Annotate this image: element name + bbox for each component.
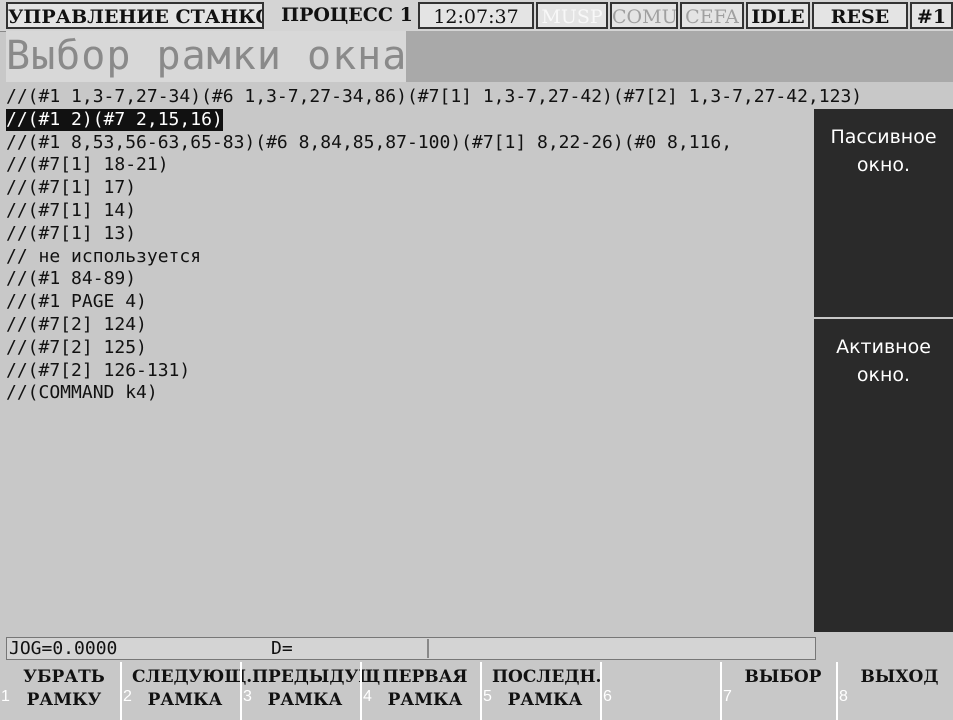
d-readout: D= xyxy=(271,638,293,659)
active-window-panel[interactable]: Активное окно. xyxy=(814,319,953,632)
softkey-7[interactable]: 7 ВЫБОР xyxy=(720,662,836,720)
softkey-label: ПОСЛЕДН. РАМКА xyxy=(492,667,602,710)
softkey-3[interactable]: 3 ПРЕДЫДУЩ РАМКА xyxy=(240,662,381,720)
musp-indicator: MUSP xyxy=(536,2,608,29)
softkey-number: 2 xyxy=(123,688,132,705)
rese-indicator: RESE xyxy=(812,2,908,29)
app-title: УПРАВЛЕНИЕ СТАНКОМ xyxy=(6,2,264,29)
passive-window-panel[interactable]: Пассивное окно. xyxy=(814,109,953,317)
frame-list-item[interactable]: //(#7[2] 126-131) xyxy=(6,360,190,382)
cefa-indicator: CEFA xyxy=(680,2,744,29)
frame-list-item[interactable]: //(#1 8,53,56-63,65-83)(#6 8,84,85,87-10… xyxy=(6,132,732,154)
title-gray-strip xyxy=(406,31,953,82)
frame-list-item[interactable]: //(#1 84-89) xyxy=(6,268,136,290)
softkey-label: СЛЕДУЮЩ. РАМКА xyxy=(132,667,253,710)
frame-list-item[interactable]: //(#7[1] 13) xyxy=(6,223,136,245)
softkey-label: ПЕРВАЯ РАМКА xyxy=(382,667,468,710)
frame-list-item[interactable]: //(#1 PAGE 4) xyxy=(6,291,147,313)
frame-list-item[interactable]: //(COMMAND k4) xyxy=(6,382,158,404)
frame-list-item[interactable]: //(#7[1] 17) xyxy=(6,177,136,199)
passive-window-label: Пассивное окно. xyxy=(830,126,937,176)
frame-list-item[interactable]: //(#7[1] 14) xyxy=(6,200,136,222)
softkey-bar: 1 УБРАТЬ РАМКУ 2 СЛЕДУЮЩ. РАМКА 3 ПРЕДЫДУЩ РА… xyxy=(0,662,953,720)
frame-list-item[interactable]: //(#1 2)(#7 2,15,16) xyxy=(6,108,223,131)
softkey-number: 1 xyxy=(1,688,10,705)
active-window-label: Активное окно. xyxy=(836,336,931,386)
comu-indicator: COMU xyxy=(610,2,678,29)
frame-list: //(#1 1,3-7,27-34)(#6 1,3-7,27-34,86)(#7… xyxy=(0,82,953,634)
process-label: ПРОЦЕСС 1 xyxy=(281,4,413,26)
softkey-number: 6 xyxy=(603,688,612,705)
frame-list-item[interactable]: // не используется xyxy=(6,246,201,268)
softkey-number: 3 xyxy=(243,688,252,705)
idle-indicator: IDLE xyxy=(746,2,810,29)
frame-list-item[interactable]: //(#7[2] 124) xyxy=(6,314,147,336)
softkey-number: 4 xyxy=(363,688,372,705)
frame-list-item[interactable]: //(#7[2] 125) xyxy=(6,337,147,359)
frame-list-item[interactable]: //(#7[1] 18-21) xyxy=(6,154,169,176)
softkey-number: 8 xyxy=(839,688,848,705)
status-line: JOG=0.0000 D= xyxy=(6,637,816,660)
clock: 12:07:37 xyxy=(418,2,534,29)
softkey-4[interactable]: 4 ПЕРВАЯ РАМКА xyxy=(360,662,480,720)
softkey-5[interactable]: 5 ПОСЛЕДН. РАМКА xyxy=(480,662,602,720)
softkey-number: 5 xyxy=(483,688,492,705)
softkey-6[interactable]: 6 xyxy=(600,662,720,720)
page-title: Выбор рамки окна. xyxy=(6,33,433,79)
softkey-8[interactable]: 8 ВЫХОД xyxy=(836,662,953,720)
frame-list-item[interactable]: //(#1 1,3-7,27-34)(#6 1,3-7,27-34,86)(#7… xyxy=(6,86,862,108)
softkey-label: УБРАТЬ РАМКУ xyxy=(23,667,105,710)
top-status-bar: УПРАВЛЕНИЕ СТАНКОМ ПРОЦЕСС 1 12:07:37 MU… xyxy=(0,0,953,32)
softkey-label: ПРЕДЫДУЩ РАМКА xyxy=(252,667,381,710)
softkey-2[interactable]: 2 СЛЕДУЮЩ. РАМКА xyxy=(120,662,253,720)
softkey-label: ВЫБОР xyxy=(744,667,822,687)
softkey-label: ВЫХОД xyxy=(860,667,939,687)
input-field[interactable] xyxy=(427,639,819,658)
softkey-1[interactable]: 1 УБРАТЬ РАМКУ xyxy=(0,662,120,720)
softkey-number: 7 xyxy=(723,688,732,705)
channel-indicator: #1 xyxy=(910,2,953,29)
jog-readout: JOG=0.0000 xyxy=(9,638,118,659)
